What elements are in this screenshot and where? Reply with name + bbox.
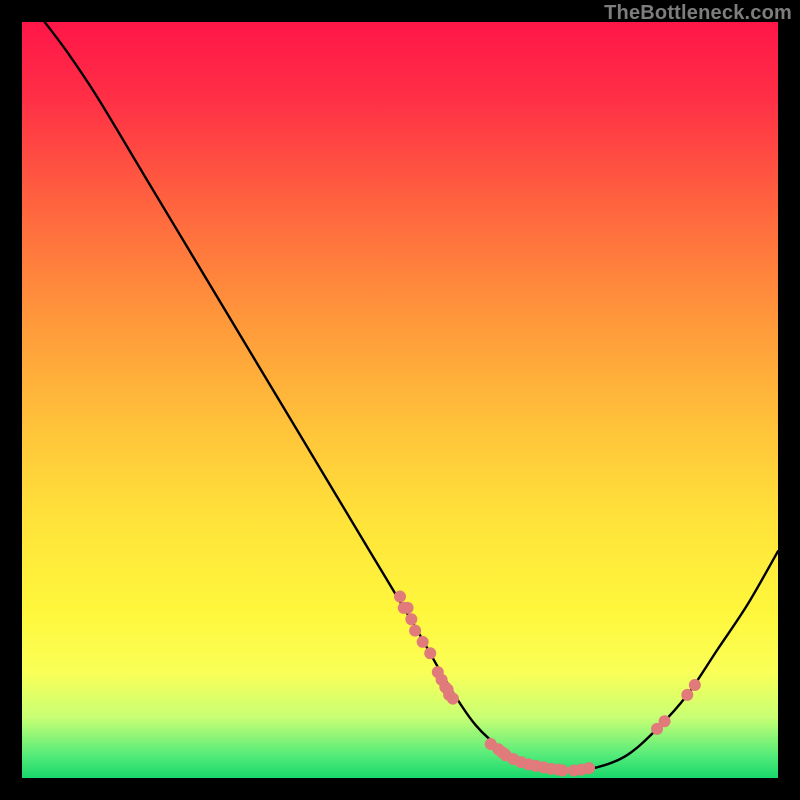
chart-stage: TheBottleneck.com <box>0 0 800 800</box>
data-dot <box>681 689 693 701</box>
bottleneck-curve <box>45 22 778 770</box>
data-dot <box>689 679 701 691</box>
data-dot <box>447 693 459 705</box>
plot-area <box>22 22 778 778</box>
data-dot <box>659 715 671 727</box>
data-dot <box>405 613 417 625</box>
data-dot <box>424 647 436 659</box>
data-dot <box>409 625 421 637</box>
data-dot <box>402 602 414 614</box>
data-dot <box>394 591 406 603</box>
data-dot <box>417 636 429 648</box>
chart-svg <box>22 22 778 778</box>
data-dot <box>557 764 569 776</box>
data-dot <box>583 762 595 774</box>
